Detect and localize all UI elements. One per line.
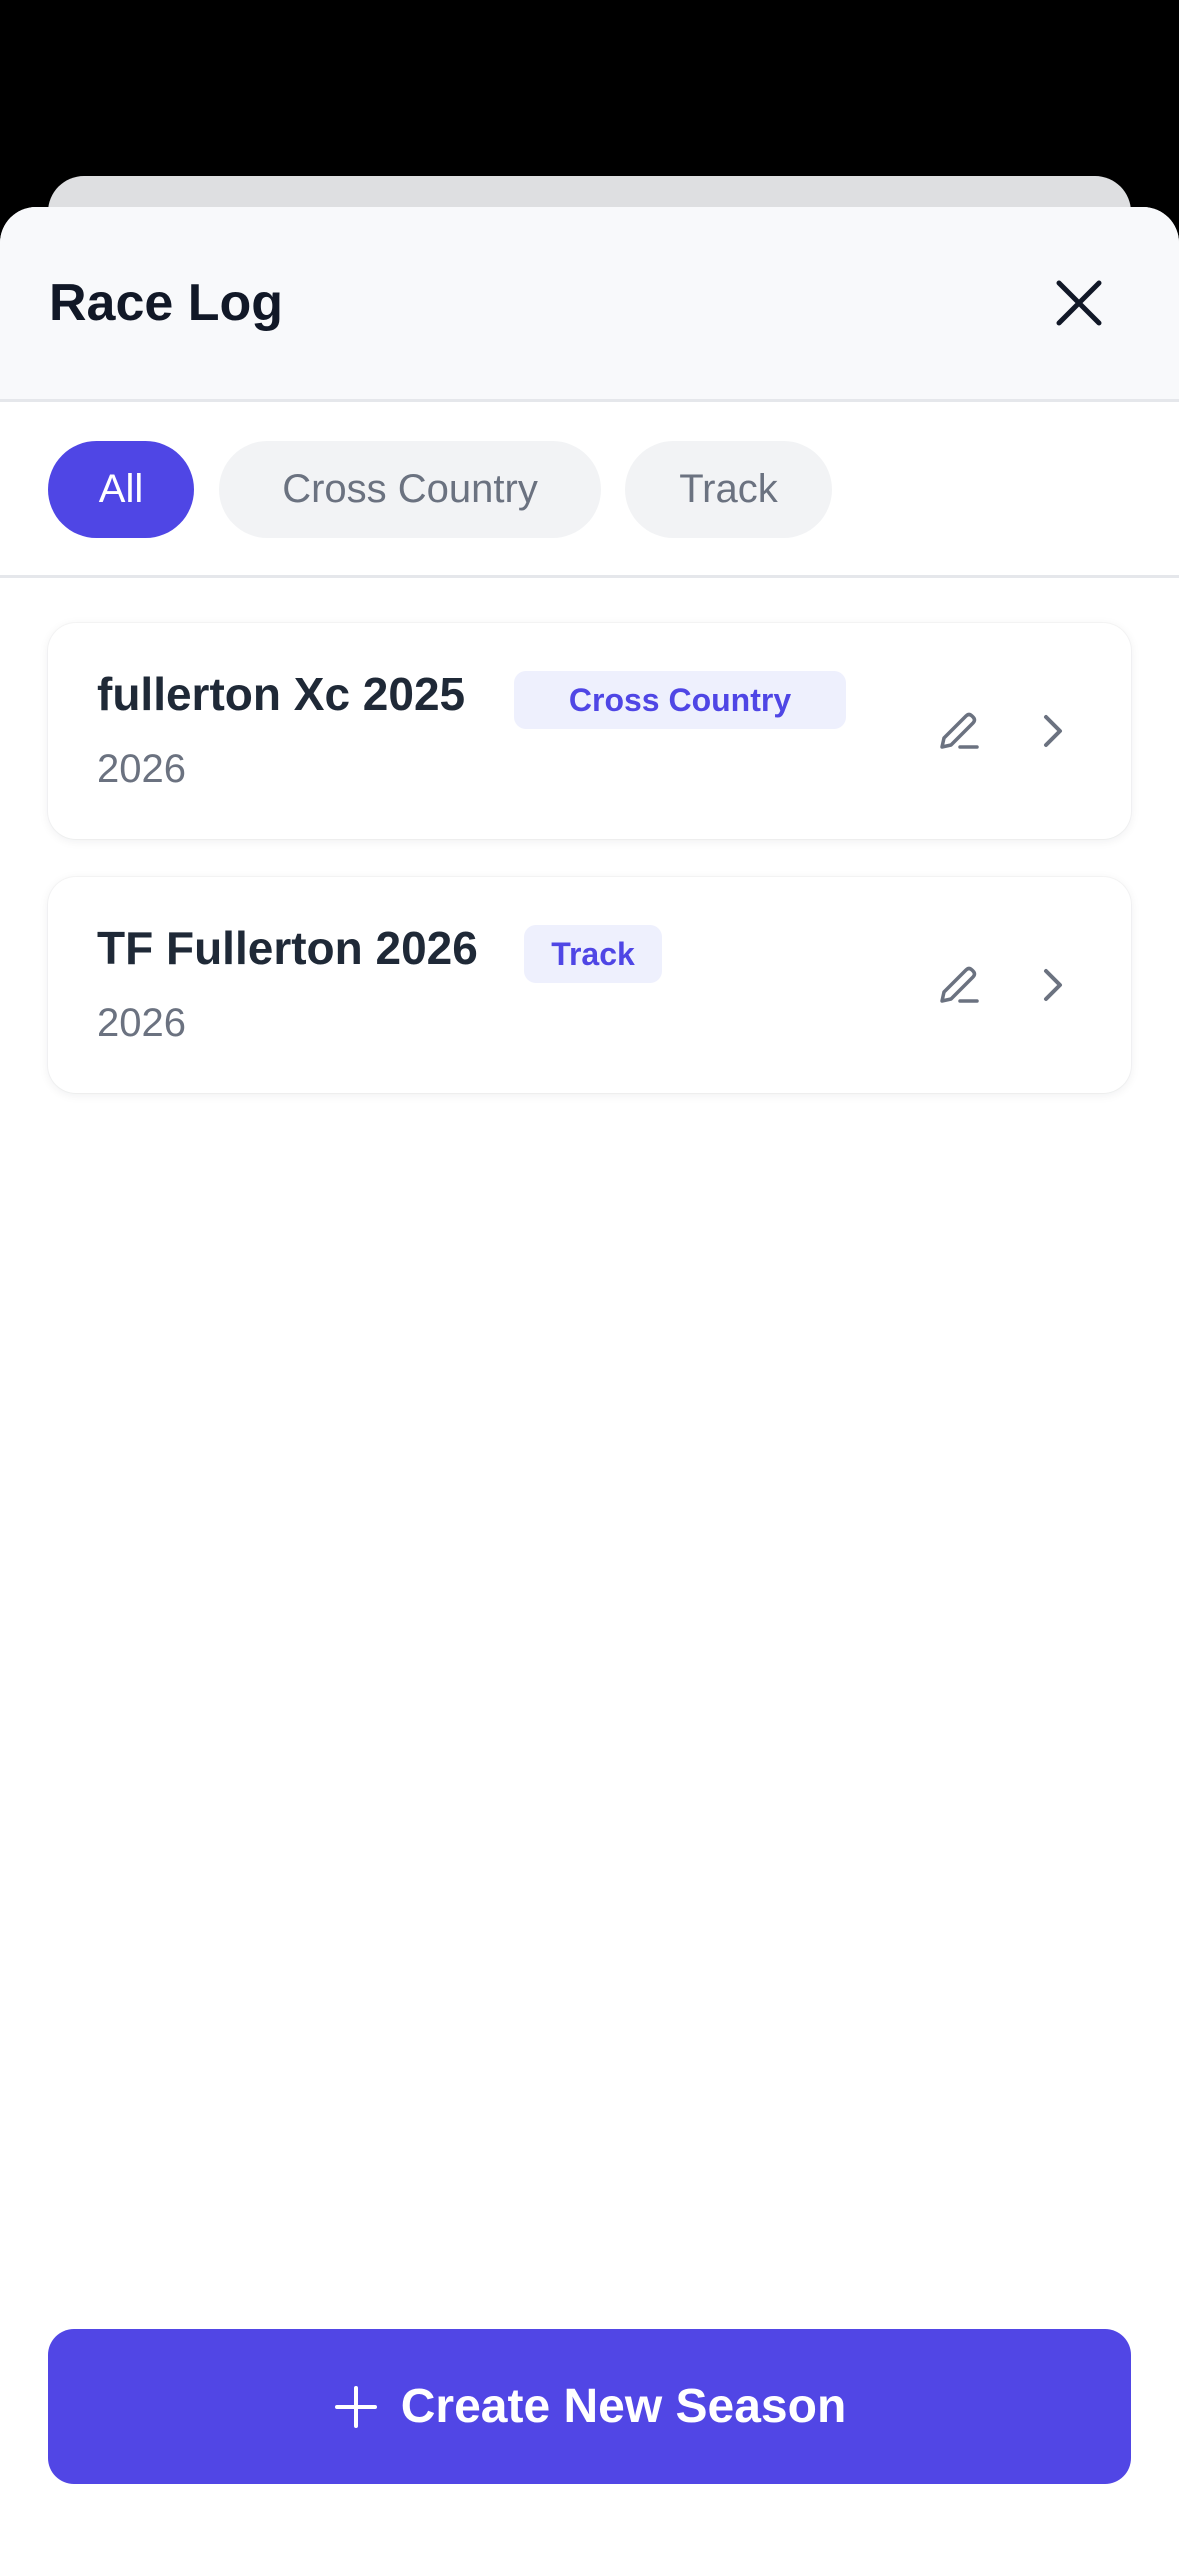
season-year: 2026 — [97, 1001, 186, 1045]
filter-tabs: All Cross Country Track — [0, 402, 1179, 578]
sheet-header: Race Log — [0, 207, 1179, 402]
edit-season-button[interactable] — [928, 955, 988, 1015]
pencil-icon — [940, 712, 979, 749]
season-card[interactable]: TF Fullerton 2026 Track 2026 — [48, 877, 1131, 1093]
plus-icon — [334, 2385, 377, 2428]
close-icon — [1056, 280, 1102, 326]
page-title: Race Log — [49, 274, 284, 332]
open-season-button[interactable] — [1023, 701, 1083, 761]
filter-all[interactable]: All — [48, 441, 194, 538]
create-button-label: Create New Season — [400, 2380, 847, 2433]
season-name: fullerton Xc 2025 — [97, 668, 466, 720]
season-year: 2026 — [97, 747, 186, 791]
season-type-badge: Track — [524, 925, 662, 983]
race-log-sheet: Race Log All Cross Country Track fullert… — [0, 207, 1179, 2556]
season-card[interactable]: fullerton Xc 2025 Cross Country 2026 — [48, 623, 1131, 839]
chevron-right-icon — [1044, 715, 1062, 747]
close-button[interactable] — [1049, 273, 1109, 333]
pencil-icon — [940, 966, 979, 1003]
chevron-right-icon — [1044, 969, 1062, 1001]
create-new-season-button[interactable]: Create New Season — [48, 2329, 1131, 2484]
season-type-badge: Cross Country — [514, 671, 846, 729]
edit-season-button[interactable] — [928, 701, 988, 761]
open-season-button[interactable] — [1023, 955, 1083, 1015]
filter-cross-country[interactable]: Cross Country — [219, 441, 601, 538]
filter-track[interactable]: Track — [625, 441, 832, 538]
season-name: TF Fullerton 2026 — [97, 922, 478, 974]
